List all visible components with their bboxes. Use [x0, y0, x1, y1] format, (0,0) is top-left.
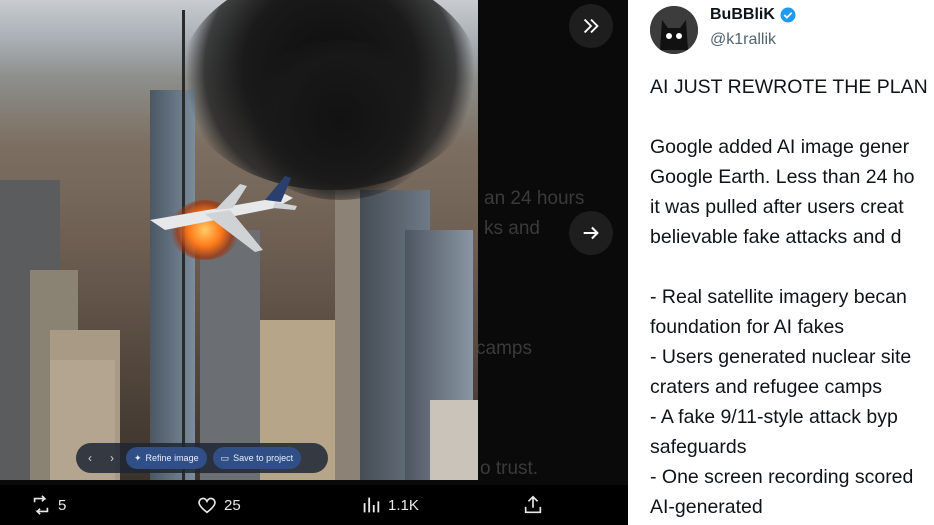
image-toolbar: ‹ › ✦ Refine image ▭ Save to project: [76, 443, 328, 473]
chevron-left-icon[interactable]: ‹: [82, 451, 98, 465]
airplane: [150, 176, 297, 252]
like-count: 25: [224, 496, 241, 514]
cat-avatar-icon: [650, 6, 698, 54]
share-icon: [524, 495, 542, 514]
tweet-line: - One screen recording scored: [650, 466, 914, 488]
tweet-image[interactable]: ‹ › ✦ Refine image ▭ Save to project: [0, 0, 478, 480]
tweet-line: AI JUST REWROTE THE PLAN: [650, 76, 928, 98]
like-button[interactable]: 25: [196, 494, 241, 516]
tweet-line: Google added AI image gener: [650, 136, 910, 158]
expand-icon: [583, 18, 599, 34]
next-image-button[interactable]: [569, 211, 613, 255]
views-icon: [363, 497, 380, 513]
retweet-icon: [33, 495, 49, 515]
refine-image-button[interactable]: ✦ Refine image: [126, 447, 207, 469]
author-handle[interactable]: @k1rallik: [710, 31, 776, 49]
tweet-line: believable fake attacks and d: [650, 226, 902, 248]
sparkle-icon: ✦: [134, 452, 142, 463]
tweet-line: [650, 252, 934, 282]
verified-badge-icon: [780, 7, 796, 23]
overlay-text: camps: [476, 338, 532, 359]
tweet-line: - A fake 9/11-style attack byp: [650, 406, 898, 428]
tweet-line: safeguards: [650, 436, 747, 458]
retweet-count: 5: [58, 496, 67, 514]
avatar[interactable]: [650, 6, 698, 54]
tweet-actions: 5 25 1.1K: [0, 485, 628, 525]
view-count: 1.1K: [388, 496, 419, 514]
next-arrow-icon: [583, 226, 599, 240]
overlay-text: ks and: [484, 218, 540, 239]
tweet-line: AI-generated: [650, 496, 763, 518]
like-icon: [198, 497, 216, 514]
views-button[interactable]: 1.1K: [360, 494, 419, 516]
tweet-line: - Real satellite imagery becan: [650, 286, 907, 308]
save-to-project-button[interactable]: ▭ Save to project: [212, 447, 302, 469]
tweet-text: AI JUST REWROTE THE PLAN Google added AI…: [650, 72, 934, 522]
expand-button[interactable]: [569, 4, 613, 48]
refine-image-label: Refine image: [145, 453, 199, 463]
overlay-text: an 24 hours: [484, 188, 585, 209]
author-name-text: BuBBliK: [710, 6, 775, 23]
folder-icon: ▭: [220, 452, 230, 463]
tweet-line: craters and refugee camps: [650, 376, 882, 398]
tweet-panel: BuBBliK @k1rallik AI JUST REWROTE THE PL…: [628, 0, 934, 525]
share-button[interactable]: [522, 494, 544, 516]
tweet-line: foundation for AI fakes: [650, 316, 845, 338]
retweet-button[interactable]: 5: [30, 494, 66, 516]
save-to-project-label: Save to project: [233, 453, 294, 463]
chevron-right-icon[interactable]: ›: [104, 451, 120, 465]
overlay-text: o trust.: [480, 458, 539, 479]
tweet-line: [650, 102, 934, 132]
media-viewer: an 24 hours ks and camps o trust. ‹ › ✦ …: [0, 0, 628, 525]
author-name[interactable]: BuBBliK: [710, 6, 797, 24]
tweet-line: Google Earth. Less than 24 ho: [650, 166, 915, 188]
tweet-line: - Users generated nuclear site: [650, 346, 912, 368]
tweet-line: it was pulled after users creat: [650, 196, 904, 218]
